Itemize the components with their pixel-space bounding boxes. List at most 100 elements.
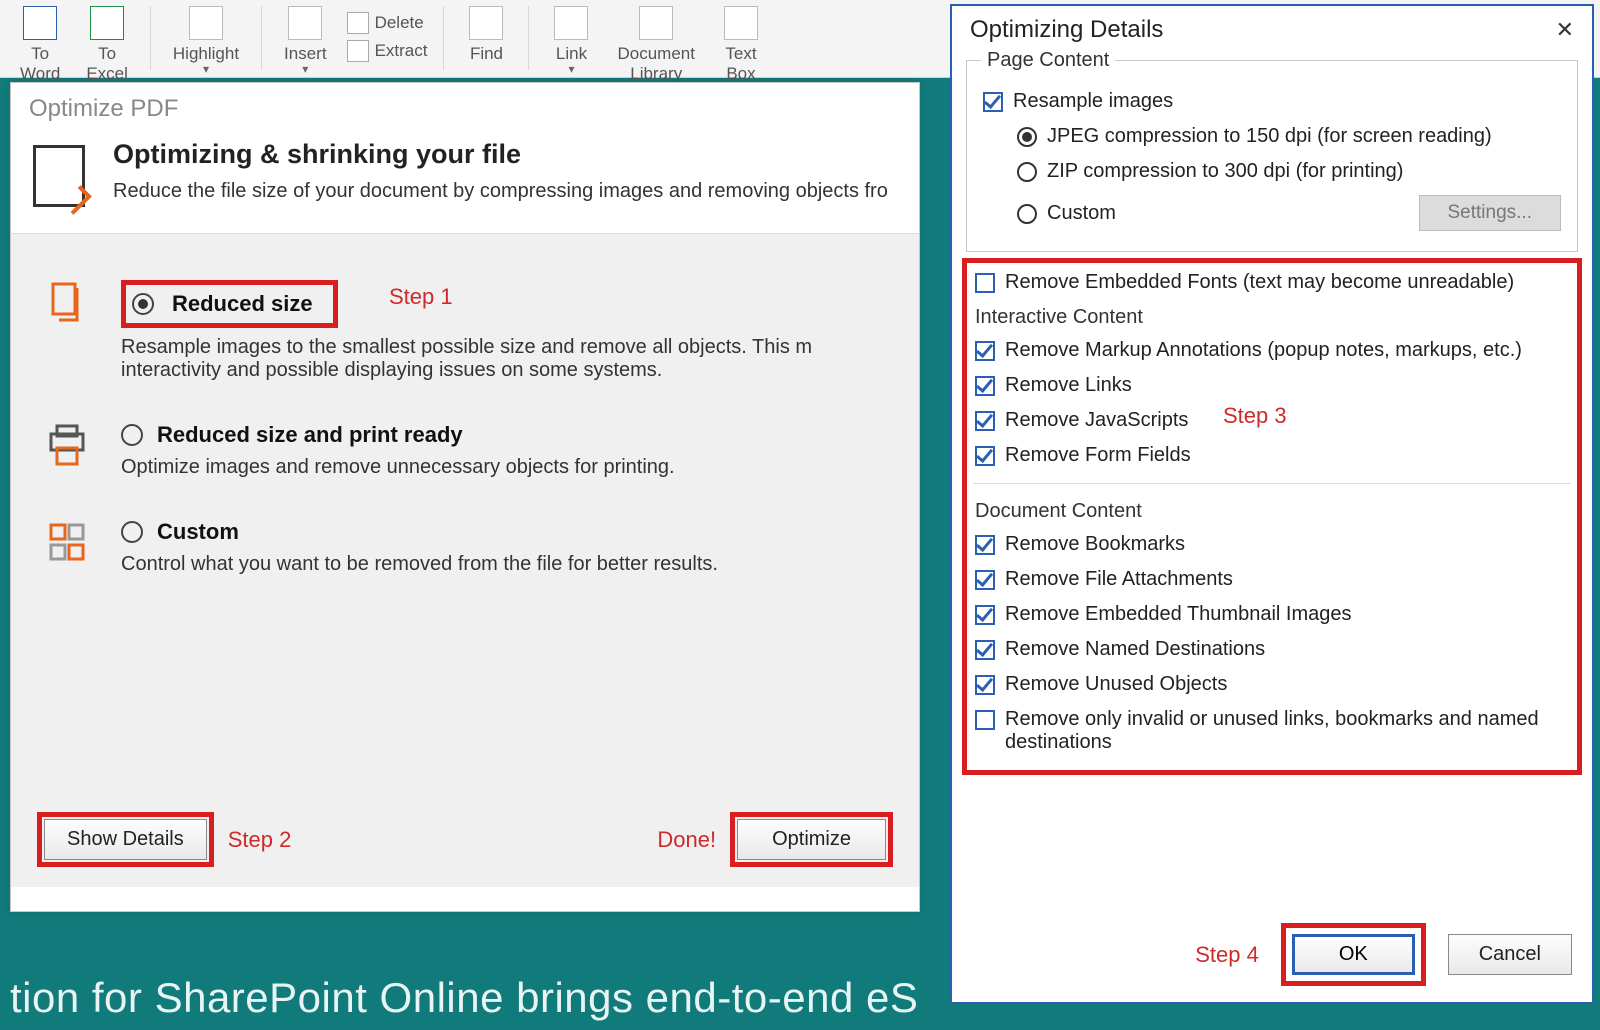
annotation-done: Done! bbox=[657, 827, 716, 853]
panel-header: Optimizing & shrinking your file Reduce … bbox=[11, 129, 919, 233]
radio-custom[interactable] bbox=[121, 521, 143, 543]
checkbox-icon bbox=[975, 273, 995, 293]
checkbox-icon bbox=[983, 92, 1003, 112]
check-remove-js[interactable]: Remove JavaScripts Step 3 bbox=[973, 403, 1571, 438]
ribbon-extract[interactable]: Extract bbox=[343, 38, 432, 64]
panel-title: Optimize PDF bbox=[11, 83, 919, 129]
annotation-step3: Step 3 bbox=[1223, 403, 1287, 429]
section-interactive-content: Interactive Content bbox=[973, 300, 1571, 333]
ribbon-highlight[interactable]: Highlight▾ bbox=[163, 4, 249, 82]
link-icon bbox=[554, 6, 588, 40]
radio-reduced-size[interactable] bbox=[132, 293, 154, 315]
checkbox-icon bbox=[975, 376, 995, 396]
ribbon-separator bbox=[150, 6, 151, 70]
dialog-footer: Step 4 OK Cancel bbox=[1195, 923, 1572, 986]
word-icon bbox=[23, 6, 57, 40]
ribbon-to-word[interactable]: To Word bbox=[10, 4, 70, 90]
delete-icon bbox=[347, 12, 369, 34]
radio-zip[interactable]: ZIP compression to 300 dpi (for printing… bbox=[1015, 154, 1563, 189]
annotation-step2: Step 2 bbox=[228, 827, 292, 853]
checkbox-icon bbox=[975, 605, 995, 625]
cancel-button[interactable]: Cancel bbox=[1448, 934, 1572, 975]
check-remove-invalid[interactable]: Remove only invalid or unused links, boo… bbox=[973, 702, 1571, 760]
ribbon-link[interactable]: Link▾ bbox=[541, 4, 601, 82]
background-text: tion for SharePoint Online brings end-to… bbox=[10, 974, 918, 1022]
ribbon-find[interactable]: Find bbox=[456, 4, 516, 70]
check-remove-markup[interactable]: Remove Markup Annotations (popup notes, … bbox=[973, 333, 1571, 368]
radio-custom-compression[interactable]: Custom bbox=[1017, 202, 1116, 225]
section-document-content: Document Content bbox=[973, 494, 1571, 527]
ribbon-document-library[interactable]: Document Library bbox=[607, 4, 704, 90]
option-custom[interactable]: Custom Control what you want to be remov… bbox=[29, 501, 901, 598]
option-label: Custom bbox=[157, 519, 239, 545]
checkbox-icon bbox=[975, 446, 995, 466]
checkbox-icon bbox=[975, 411, 995, 431]
check-remove-thumbnails[interactable]: Remove Embedded Thumbnail Images bbox=[973, 597, 1571, 632]
extract-icon bbox=[347, 40, 369, 62]
check-remove-links[interactable]: Remove Links bbox=[973, 368, 1571, 403]
insert-icon bbox=[288, 6, 322, 40]
radio-icon bbox=[1017, 127, 1037, 147]
option-label: Reduced size and print ready bbox=[157, 422, 463, 448]
ribbon-insert[interactable]: Insert▾ bbox=[274, 4, 337, 82]
chevron-down-icon: ▾ bbox=[302, 62, 308, 76]
check-remove-unused[interactable]: Remove Unused Objects bbox=[973, 667, 1571, 702]
check-remove-form-fields[interactable]: Remove Form Fields bbox=[973, 438, 1571, 473]
ok-button[interactable]: OK bbox=[1292, 934, 1415, 975]
check-remove-bookmarks[interactable]: Remove Bookmarks bbox=[973, 527, 1571, 562]
radio-icon bbox=[1017, 162, 1037, 182]
panel-heading: Optimizing & shrinking your file bbox=[113, 139, 888, 170]
radio-print-ready[interactable] bbox=[121, 424, 143, 446]
highlight-icon bbox=[189, 6, 223, 40]
custom-icon bbox=[46, 519, 88, 567]
ribbon-to-excel[interactable]: To Excel bbox=[76, 4, 138, 90]
checkbox-icon bbox=[975, 535, 995, 555]
group-page-content: Page Content Resample images JPEG compre… bbox=[966, 60, 1578, 252]
optimize-button[interactable]: Optimize bbox=[737, 819, 886, 860]
chevron-down-icon: ▾ bbox=[568, 62, 574, 76]
textbox-icon bbox=[724, 6, 758, 40]
checkbox-icon bbox=[975, 675, 995, 695]
checkbox-icon bbox=[975, 570, 995, 590]
annotation-step4: Step 4 bbox=[1195, 942, 1259, 968]
file-check-icon bbox=[33, 145, 85, 207]
option-desc: Optimize images and remove unnecessary o… bbox=[121, 456, 887, 479]
ribbon-text-box[interactable]: Text Box bbox=[711, 4, 771, 90]
printer-icon bbox=[46, 422, 88, 470]
check-remove-attachments[interactable]: Remove File Attachments bbox=[973, 562, 1571, 597]
find-icon bbox=[469, 6, 503, 40]
option-desc: Control what you want to be removed from… bbox=[121, 553, 887, 576]
highlighted-options-box: Remove Embedded Fonts (text may become u… bbox=[962, 258, 1582, 775]
option-label: Reduced size bbox=[172, 291, 313, 317]
close-button[interactable]: ✕ bbox=[1556, 17, 1574, 43]
option-reduced-size[interactable]: Reduced size Step 1 Resample images to t… bbox=[29, 262, 901, 404]
excel-icon bbox=[90, 6, 124, 40]
optimize-pdf-panel: Optimize PDF Optimizing & shrinking your… bbox=[10, 82, 920, 912]
settings-button[interactable]: Settings... bbox=[1419, 195, 1562, 231]
panel-footer: Show Details Step 2 Done! Optimize bbox=[37, 812, 893, 867]
option-desc: Resample images to the smallest possible… bbox=[121, 336, 887, 382]
ribbon-separator bbox=[528, 6, 529, 70]
shrink-icon bbox=[46, 280, 88, 328]
group-label: Page Content bbox=[981, 49, 1115, 71]
doclib-icon bbox=[639, 6, 673, 40]
annotation-step1: Step 1 bbox=[389, 284, 453, 310]
ribbon-separator bbox=[261, 6, 262, 70]
check-resample-images[interactable]: Resample images bbox=[981, 84, 1563, 119]
radio-jpeg[interactable]: JPEG compression to 150 dpi (for screen … bbox=[1015, 119, 1563, 154]
radio-icon bbox=[1017, 204, 1037, 224]
checkbox-icon bbox=[975, 640, 995, 660]
panel-subheading: Reduce the file size of your document by… bbox=[113, 180, 888, 203]
checkbox-icon bbox=[975, 341, 995, 361]
checkbox-icon bbox=[975, 710, 995, 730]
dialog-title: Optimizing Details bbox=[970, 16, 1163, 44]
chevron-down-icon: ▾ bbox=[203, 62, 209, 76]
optimizing-details-dialog: Optimizing Details ✕ Page Content Resamp… bbox=[950, 4, 1594, 1004]
option-print-ready[interactable]: Reduced size and print ready Optimize im… bbox=[29, 404, 901, 501]
panel-body: Reduced size Step 1 Resample images to t… bbox=[11, 233, 919, 887]
ribbon-delete[interactable]: Delete bbox=[343, 10, 432, 36]
show-details-button[interactable]: Show Details bbox=[44, 819, 207, 860]
check-remove-fonts[interactable]: Remove Embedded Fonts (text may become u… bbox=[973, 265, 1571, 300]
check-remove-named-dest[interactable]: Remove Named Destinations bbox=[973, 632, 1571, 667]
ribbon-separator bbox=[443, 6, 444, 70]
